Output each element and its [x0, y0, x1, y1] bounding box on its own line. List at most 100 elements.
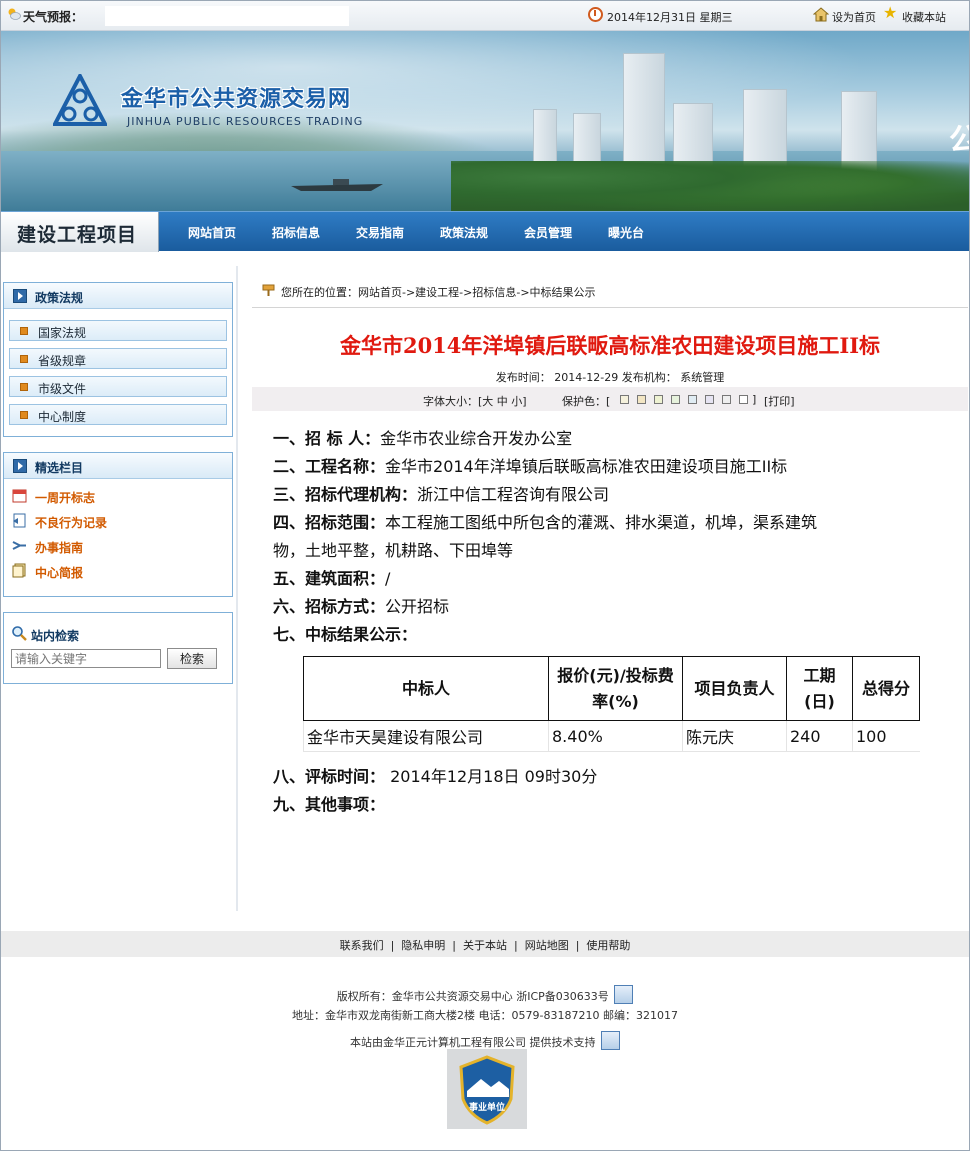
protect-color-swatch[interactable] [654, 395, 663, 404]
table-cell: 金华市天昊建设有限公司 [303, 720, 549, 752]
boat-icon [291, 179, 383, 191]
shield-icon [459, 1055, 515, 1125]
reading-toolbar: 字体大小：[大 中 小] 保护色：[ ] [打印] [252, 387, 968, 411]
arrow-box-icon [13, 459, 27, 473]
section-line: 四、招标范围：本工程施工图纸中所包含的灌溉、排水渠道，机埠，渠系建筑 [273, 513, 818, 532]
section-line: 六、招标方式：公开招标 [273, 597, 450, 616]
footer-link-contact[interactable]: 联系我们 [340, 939, 384, 952]
search-input[interactable] [11, 649, 161, 668]
address-line: 地址：金华市双龙南街新工商大楼2楼 电话：0579-83187210 邮编：32… [292, 1009, 678, 1022]
protect-color-swatch[interactable] [671, 395, 680, 404]
nav-tender-info[interactable]: 招标信息 [272, 224, 320, 241]
table-cell: 100 [852, 720, 920, 752]
search-panel: 站内检索 检索 [3, 612, 233, 684]
protect-color-label: 保护色：[ [562, 395, 611, 408]
top-bar: 天气预报： 2014年12月31日 星期三 设为首页 ★ 收藏本站 [1, 1, 969, 31]
table-header: 总得分 [852, 656, 920, 721]
section-line: 三、招标代理机构：浙江中信工程咨询有限公司 [273, 485, 610, 504]
current-date: 2014年12月31日 星期三 [607, 11, 733, 24]
footer-link-help[interactable]: 使用帮助 [586, 939, 630, 952]
banner-building [623, 53, 665, 171]
bullet-icon [20, 355, 28, 363]
section-line-continuation: 物，土地平整，机耕路、下田埠等 [273, 541, 514, 560]
pin-icon [262, 284, 275, 296]
nav-trade-guide[interactable]: 交易指南 [356, 224, 404, 241]
section-line: 八、评标时间： 2014年12月18日 09时30分 [273, 767, 598, 786]
arrow-box-icon [13, 289, 27, 303]
search-button[interactable]: 检索 [167, 648, 217, 669]
search-icon [12, 626, 27, 641]
star-icon[interactable]: ★ [883, 5, 897, 21]
bullet-icon [20, 411, 28, 419]
banner-edge-text: 公 [949, 123, 969, 158]
footer-links-bar: 联系我们 | 隐私申明 | 关于本站 | 网站地图 | 使用帮助 [1, 931, 969, 957]
table-header-row: 中标人 报价(元)/投标费率(%) 项目负责人 工期(日) 总得分 [303, 656, 920, 721]
weather-widget [105, 6, 349, 26]
breadcrumb-divider [252, 307, 968, 308]
clock-icon [588, 7, 603, 22]
section-line: 七、中标结果公示： [273, 625, 418, 644]
footer-links: 联系我们 | 隐私申明 | 关于本站 | 网站地图 | 使用帮助 [339, 939, 631, 952]
footer-link-sitemap[interactable]: 网站地图 [525, 939, 569, 952]
picks-panel: 精选栏目 一周开标志 不良行为记录 办事指南 中心简报 [3, 452, 233, 597]
site-logo-subtitle: JINHUA PUBLIC RESOURCES TRADING [127, 115, 364, 128]
table-cell: 8.40% [548, 720, 683, 752]
nav-policy[interactable]: 政策法规 [440, 224, 488, 241]
nav-exposure[interactable]: 曝光台 [608, 224, 644, 241]
support-line: 本站由金华正元计算机工程有限公司 提供技术支持 [0, 1031, 970, 1050]
table-cell: 陈元庆 [682, 720, 787, 752]
site-logo-text: 金华市公共资源交易网 [121, 87, 352, 112]
protect-color-swatch[interactable] [620, 395, 629, 404]
statistics-icon[interactable] [601, 1031, 620, 1050]
protect-color-swatch[interactable] [705, 395, 714, 404]
banner-trees [451, 161, 969, 211]
bullet-icon [20, 327, 28, 335]
protect-color-swatch[interactable] [637, 395, 646, 404]
print-link[interactable]: [打印] [764, 393, 795, 409]
record-icon [13, 513, 26, 528]
institution-badge[interactable]: 事业单位 [447, 1049, 527, 1129]
table-cell: 240 [786, 720, 853, 752]
column-divider [236, 266, 238, 911]
section-title: 建设工程项目 [1, 212, 159, 252]
nav-members[interactable]: 会员管理 [524, 224, 572, 241]
protect-color-close: ] [752, 393, 757, 406]
set-home-link[interactable]: 设为首页 [832, 9, 876, 25]
main-nav: 建设工程项目 网站首页 招标信息 交易指南 政策法规 会员管理 曝光台 [1, 211, 969, 252]
article-meta: 发布时间： 2014-12-29 发布机构： 系统管理 [495, 371, 725, 384]
newsletter-icon [12, 563, 26, 578]
section-line: 五、建筑面积：/ [273, 569, 391, 588]
calendar-icon [12, 489, 27, 503]
favorite-link[interactable]: 收藏本站 [902, 9, 946, 25]
sidebar-item-provincial-rules[interactable]: 省级规章 [9, 348, 227, 369]
header-banner: 金华市公共资源交易网 JINHUA PUBLIC RESOURCES TRADI… [1, 31, 969, 211]
sidebar-item-center-rules[interactable]: 中心制度 [9, 404, 227, 425]
footer-link-privacy[interactable]: 隐私申明 [401, 939, 445, 952]
protect-color-swatch[interactable] [722, 395, 731, 404]
table-header: 工期(日) [786, 656, 853, 721]
policy-panel: 政策法规 国家法规 省级规章 市级文件 中心制度 [3, 282, 233, 437]
sidebar-item-city-docs[interactable]: 市级文件 [9, 376, 227, 397]
footer-link-about[interactable]: 关于本站 [463, 939, 507, 952]
policy-panel-header: 政策法规 [4, 283, 232, 309]
result-table: 中标人 报价(元)/投标费率(%) 项目负责人 工期(日) 总得分 金华市天昊建… [303, 656, 920, 752]
section-line: 九、其他事项： [273, 795, 386, 814]
home-icon[interactable] [813, 7, 829, 22]
article-title: 金华市2014年洋埠镇后联畈高标准农田建设项目施工II标 [339, 333, 881, 358]
nav-home[interactable]: 网站首页 [188, 224, 236, 241]
font-size-control[interactable]: 字体大小：[大 中 小] [423, 393, 527, 409]
weather-label: 天气预报： [23, 10, 84, 24]
search-panel-title: 站内检索 [31, 629, 80, 643]
picks-panel-header: 精选栏目 [4, 453, 232, 479]
sidebar-item-national-laws[interactable]: 国家法规 [9, 320, 227, 341]
table-header: 报价(元)/投标费率(%) [548, 656, 683, 721]
badge-label: 事业单位 [468, 1103, 505, 1113]
section-line: 一、招 标 人：金华市农业综合开发办公室 [273, 429, 573, 448]
protect-color-swatch[interactable] [739, 395, 748, 404]
copyright-line: 版权所有：金华市公共资源交易中心 浙ICP备030633号 [0, 985, 970, 1004]
logo-icon [53, 74, 107, 126]
bullet-icon [20, 383, 28, 391]
section-line: 二、工程名称：金华市2014年洋埠镇后联畈高标准农田建设项目施工II标 [273, 457, 788, 476]
protect-color-swatch[interactable] [688, 395, 697, 404]
statistics-icon[interactable] [614, 985, 634, 1004]
